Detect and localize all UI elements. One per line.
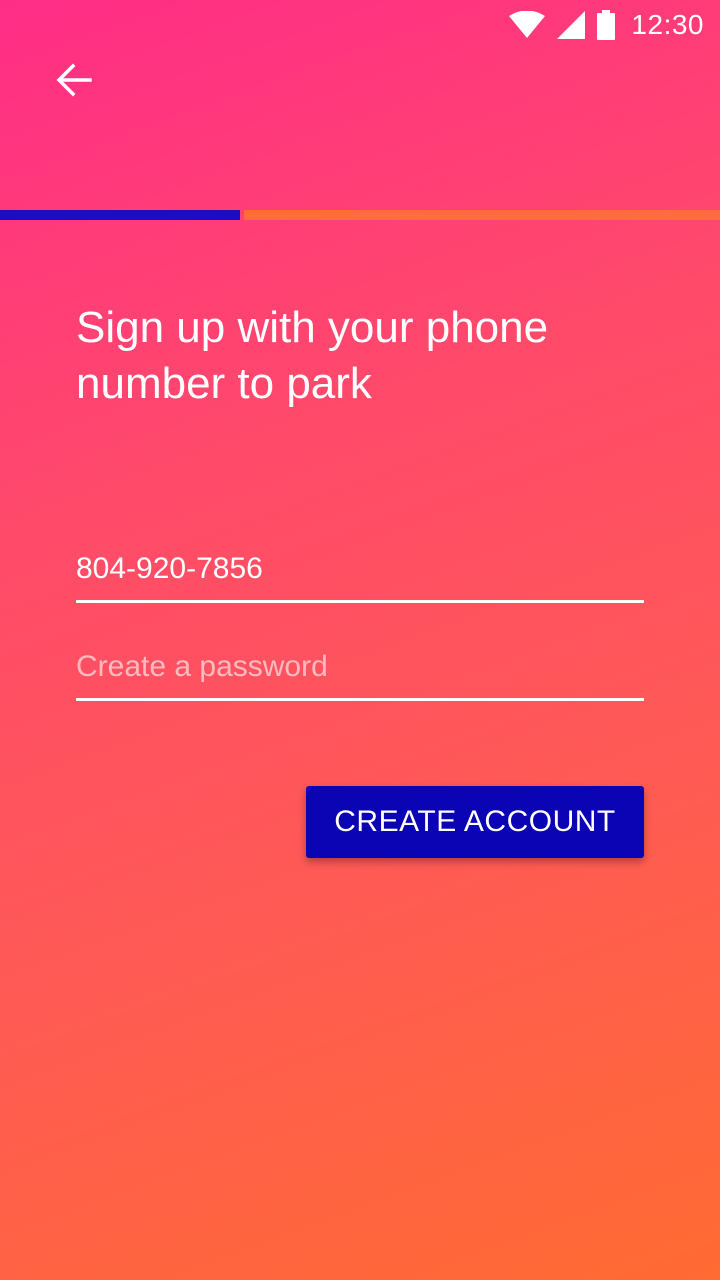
password-input[interactable]: [76, 650, 644, 701]
password-field-container: [76, 650, 644, 701]
cell-signal-icon: [557, 11, 586, 39]
battery-icon: [597, 10, 616, 40]
phone-number-input[interactable]: [76, 552, 644, 603]
arrow-left-icon: [56, 63, 92, 97]
progress-fill: [0, 210, 240, 220]
wifi-icon: [509, 11, 546, 38]
page-title: Sign up with your phone number to park: [76, 303, 549, 408]
progress-divider: [240, 210, 244, 220]
status-time: 12:30: [631, 9, 704, 40]
back-button[interactable]: [38, 44, 110, 116]
status-icons: 12:30: [509, 8, 704, 42]
create-account-button[interactable]: CREATE ACCOUNT: [306, 786, 644, 858]
phone-field-container: [76, 552, 644, 603]
status-bar: 12:30: [0, 0, 720, 50]
progress-bar: [0, 210, 720, 220]
signup-screen: 12:30 Sign up with your phone number to …: [0, 0, 720, 1280]
